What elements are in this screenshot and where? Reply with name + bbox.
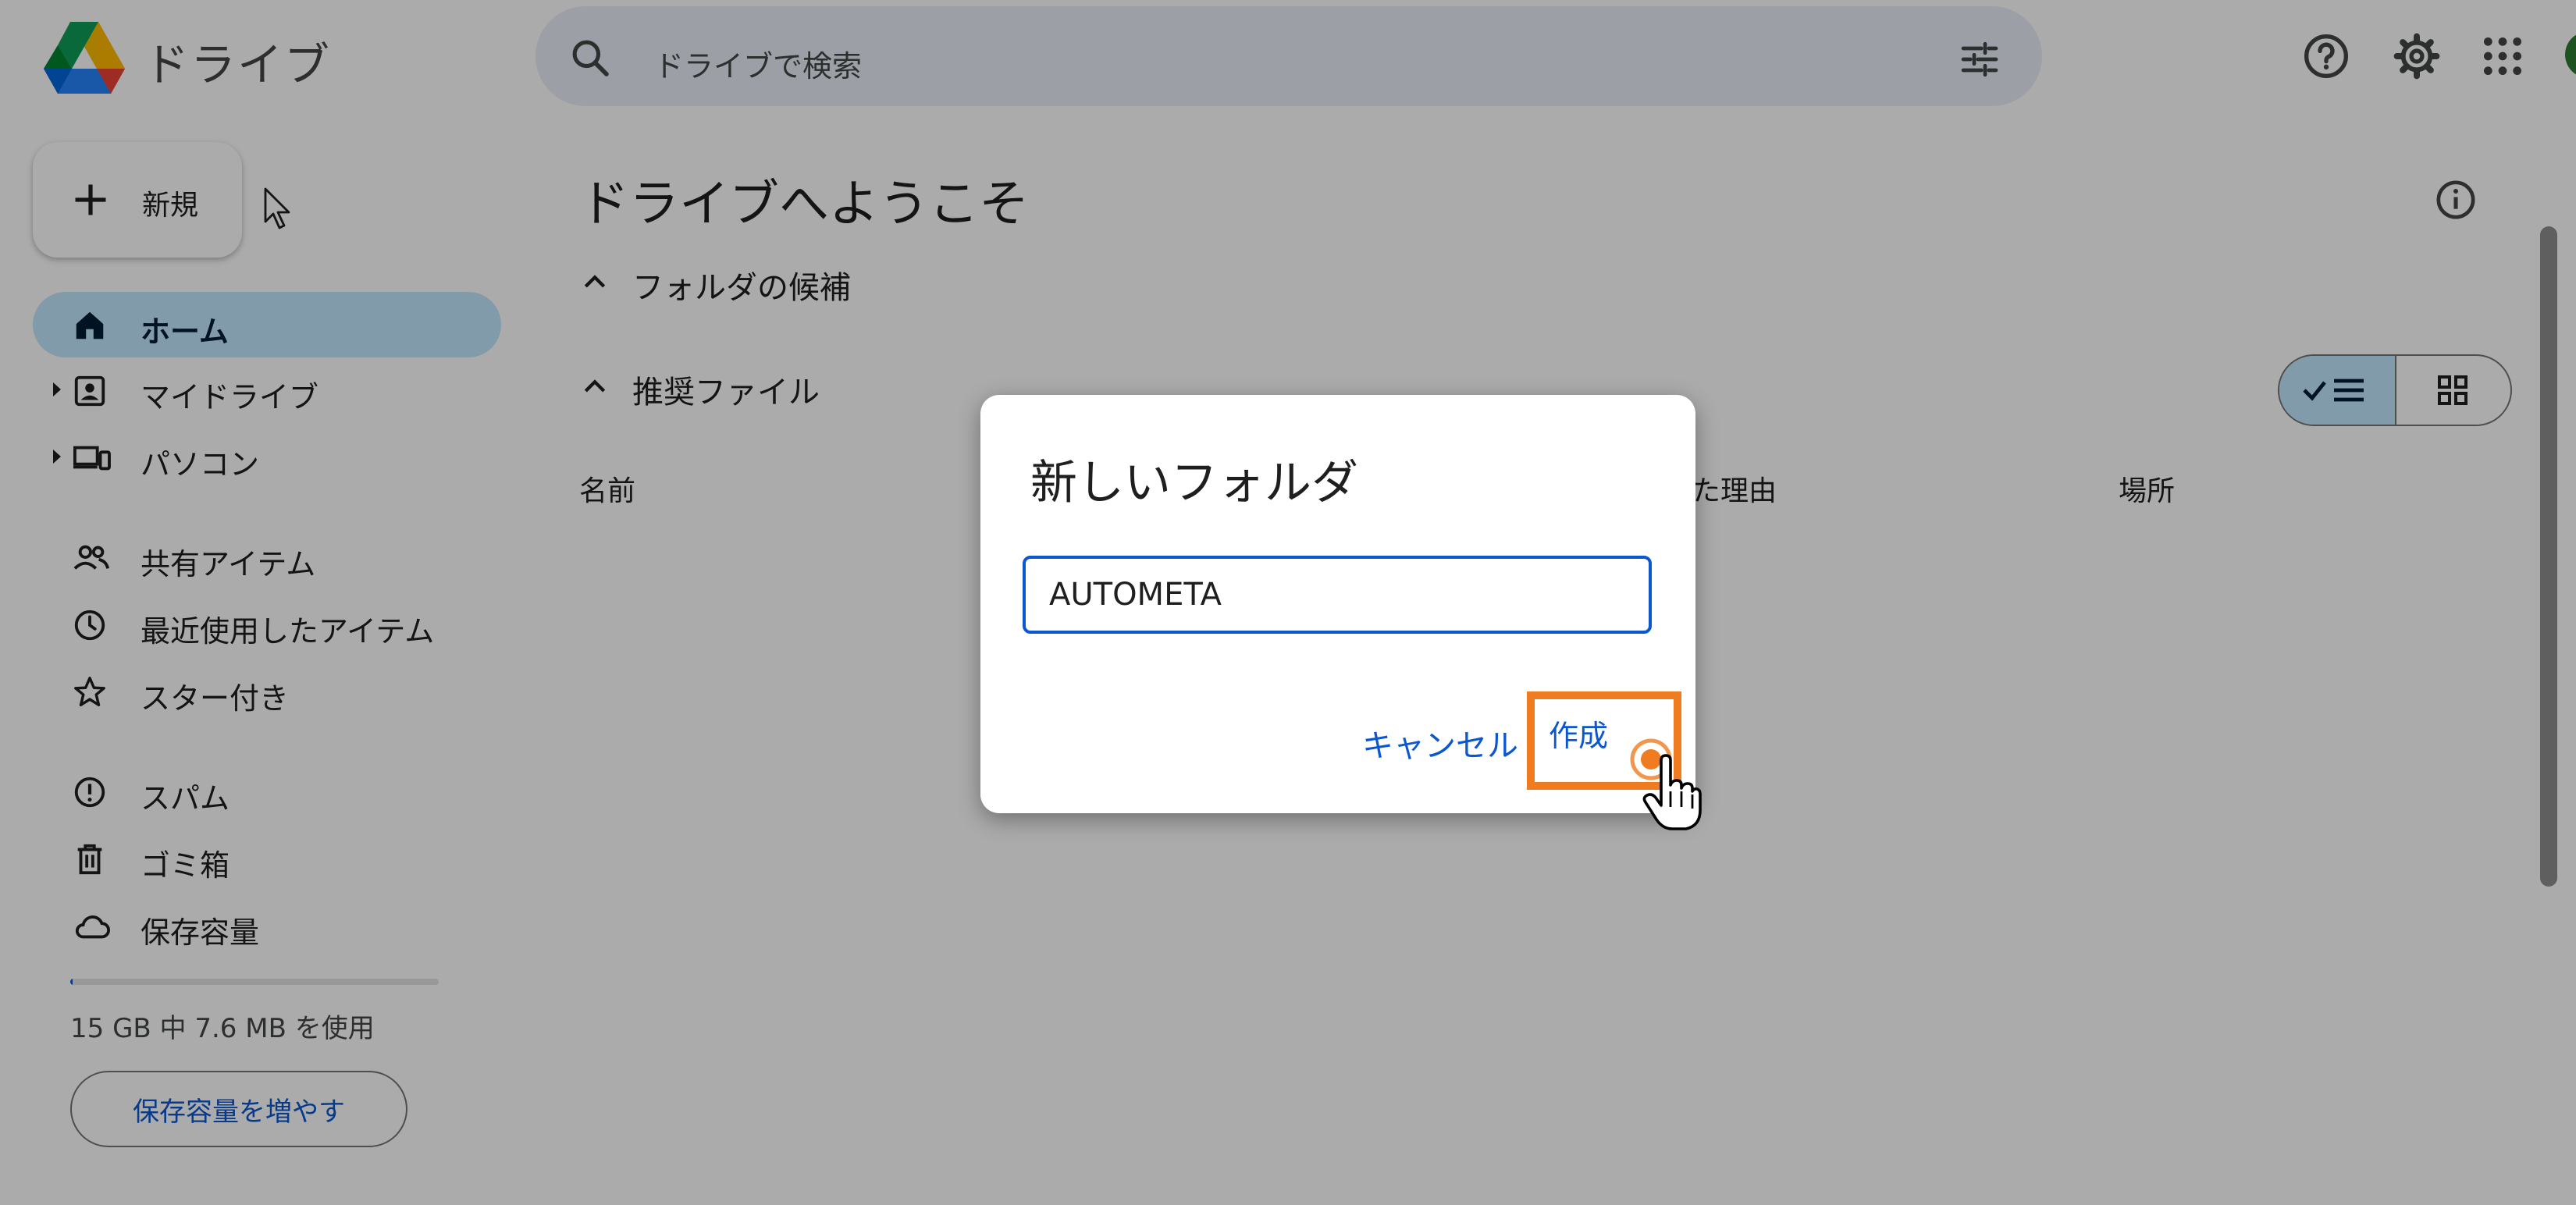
hand-pointer-icon xyxy=(1642,754,1702,832)
dialog-title: 新しいフォルダ xyxy=(1030,456,1358,510)
cancel-button[interactable]: キャンセル xyxy=(1335,707,1546,779)
folder-name-input[interactable] xyxy=(1023,556,1652,634)
new-folder-dialog: 新しいフォルダ キャンセル 作成 xyxy=(980,395,1702,830)
